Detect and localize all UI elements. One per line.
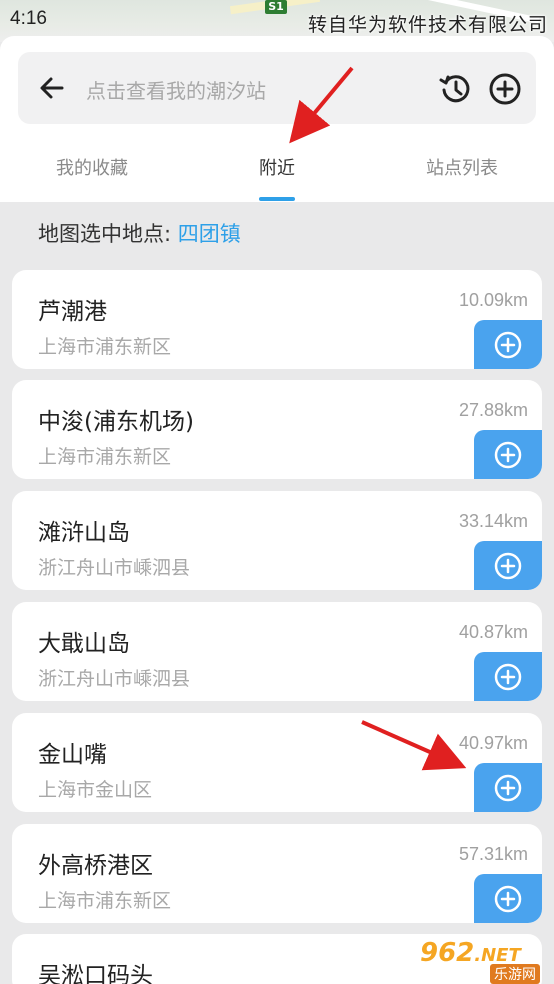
tab-favorites[interactable]: 我的收藏 (22, 154, 162, 180)
site-logo: 962.NET 乐游网 (420, 938, 550, 984)
search-bar[interactable]: 点击查看我的潮汐站 (18, 52, 536, 124)
search-panel: 点击查看我的潮汐站 我的收藏 附近 站点列表 (0, 36, 554, 202)
add-button[interactable] (474, 541, 542, 590)
selected-location-label: 地图选中地点: (38, 222, 172, 246)
list-item[interactable]: 大戢山岛 浙江舟山市嵊泗县 40.87km (12, 602, 542, 701)
add-button[interactable] (474, 430, 542, 479)
station-name: 大戢山岛 (38, 631, 130, 657)
add-circle-icon (494, 663, 522, 690)
status-time: 4:16 (10, 8, 47, 29)
logo-suffix: .NET (474, 945, 521, 966)
add-circle-icon (494, 774, 522, 801)
active-tab-indicator (259, 197, 295, 201)
station-name: 中浚(浦东机场) (38, 409, 194, 435)
station-region: 浙江舟山市嵊泗县 (38, 668, 191, 690)
station-distance: 40.87km (458, 622, 528, 642)
list-item[interactable]: 滩浒山岛 浙江舟山市嵊泗县 33.14km (12, 491, 542, 590)
station-name: 外高桥港区 (38, 853, 153, 879)
selected-location-row: 地图选中地点: 四团镇 (0, 202, 554, 260)
list-item[interactable]: 外高桥港区 上海市浦东新区 57.31km (12, 824, 542, 923)
station-region: 浙江舟山市嵊泗县 (38, 557, 191, 579)
tab-station-list[interactable]: 站点列表 (392, 154, 532, 180)
station-region: 上海市浦东新区 (38, 336, 172, 358)
highway-badge: S1 (265, 0, 287, 14)
add-button[interactable] (474, 652, 542, 701)
station-region: 上海市金山区 (38, 779, 153, 801)
history-icon[interactable] (438, 72, 472, 106)
search-input[interactable]: 点击查看我的潮汐站 (86, 75, 266, 104)
add-button[interactable] (474, 763, 542, 812)
station-distance: 27.88km (458, 400, 528, 420)
add-circle-icon (494, 331, 522, 358)
list-item[interactable]: 芦潮港 上海市浦东新区 10.09km (12, 270, 542, 369)
station-distance: 57.31km (458, 844, 528, 864)
station-name: 金山嘴 (38, 742, 107, 768)
selected-location-value[interactable]: 四团镇 (178, 222, 241, 246)
station-distance: 33.14km (458, 511, 528, 531)
add-circle-icon (494, 552, 522, 579)
station-distance: 10.09km (458, 290, 528, 310)
station-name: 滩浒山岛 (38, 520, 130, 546)
tab-bar: 我的收藏 附近 站点列表 (0, 140, 554, 202)
station-name: 芦潮港 (38, 299, 107, 325)
list-item[interactable]: 金山嘴 上海市金山区 40.97km (12, 713, 542, 812)
station-region: 上海市浦东新区 (38, 446, 172, 468)
add-button[interactable] (474, 874, 542, 923)
source-watermark: 转自华为软件技术有限公司 (307, 14, 548, 36)
list-item[interactable]: 中浚(浦东机场) 上海市浦东新区 27.88km (12, 380, 542, 479)
add-station-icon[interactable] (488, 72, 522, 106)
add-button[interactable] (474, 320, 542, 369)
station-distance: 40.97km (458, 733, 528, 753)
back-arrow-icon[interactable] (38, 74, 66, 102)
station-region: 上海市浦东新区 (38, 890, 172, 912)
tab-nearby[interactable]: 附近 (207, 154, 347, 180)
logo-sub: 乐游网 (490, 964, 540, 984)
add-circle-icon (494, 885, 522, 912)
logo-main: 962 (420, 938, 475, 968)
station-name: 吴淞口码头 (38, 963, 153, 984)
add-circle-icon (494, 441, 522, 468)
